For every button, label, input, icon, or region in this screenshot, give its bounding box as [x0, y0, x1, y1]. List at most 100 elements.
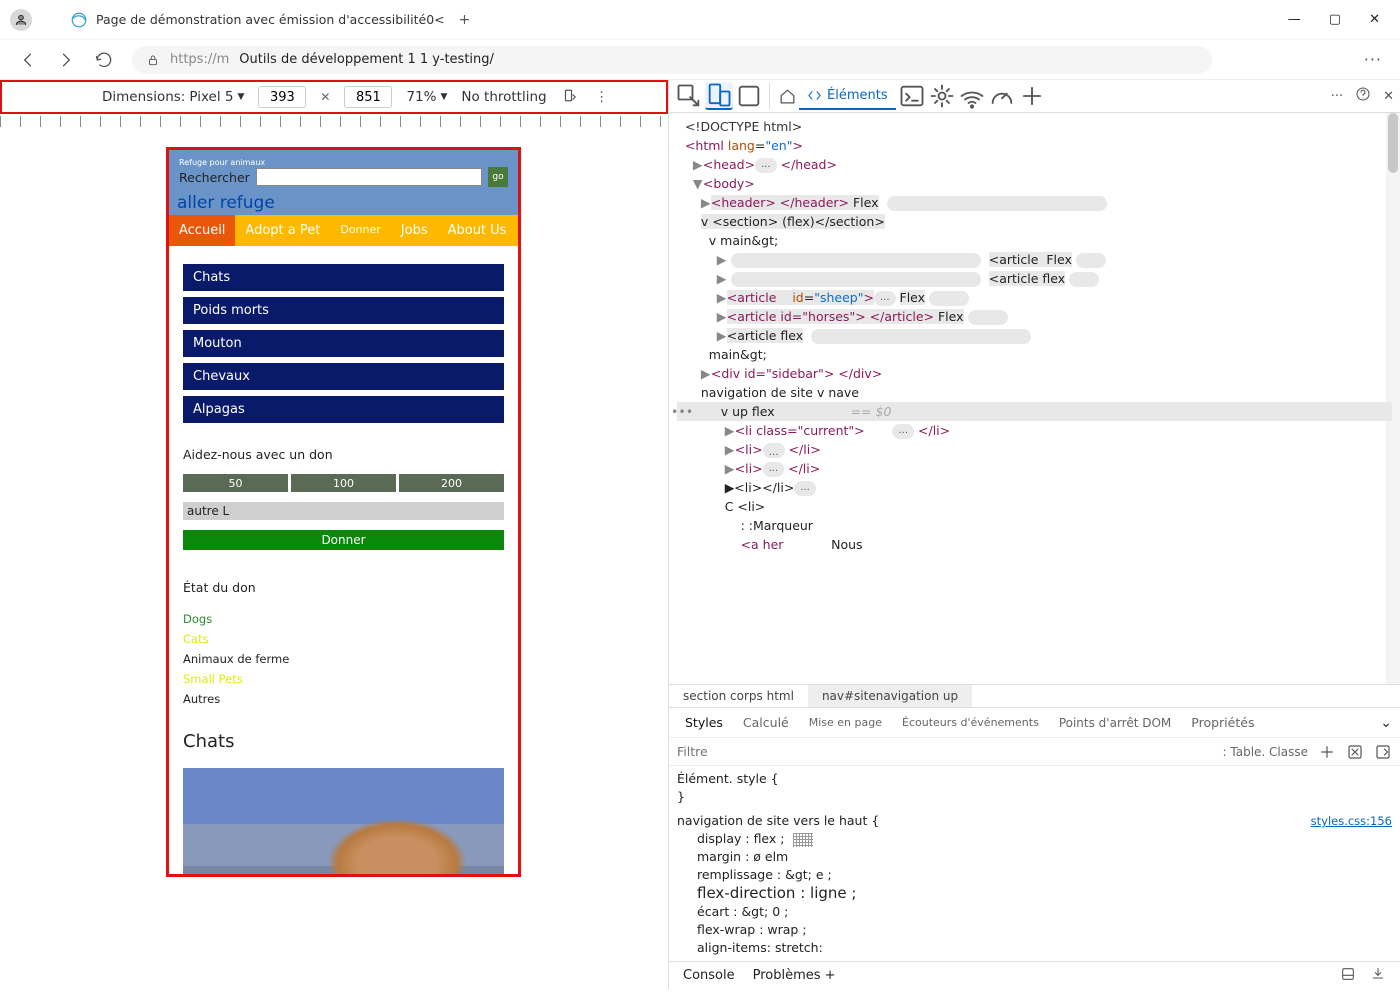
styles-sub-tabs: Styles Calculé Mise en page Écouteurs d'…	[669, 708, 1400, 738]
list-item[interactable]: Poids morts	[183, 297, 504, 324]
css-property[interactable]: flex-wrap : wrap ;	[697, 921, 807, 939]
donate-other-input[interactable]: autre L	[183, 502, 504, 520]
toggle-classes-icon[interactable]	[1346, 743, 1364, 761]
styles-pane[interactable]: Élément. style { } navigation de site ve…	[669, 766, 1400, 961]
list-item[interactable]: Chats	[183, 264, 504, 291]
inspect-element-icon[interactable]	[675, 82, 703, 110]
cat-image	[183, 768, 504, 874]
tab-layout[interactable]: Mise en page	[801, 710, 890, 735]
devtools-tabs: Éléments ··· ✕	[669, 80, 1400, 113]
list-item[interactable]: Chevaux	[183, 363, 504, 390]
maximize-button[interactable]: ▢	[1329, 12, 1341, 27]
new-tab-icon[interactable]: +	[459, 12, 471, 28]
css-property[interactable]: align-items: stretch:	[697, 939, 823, 957]
browser-tab[interactable]: Page de démonstration avec émission d'ac…	[62, 5, 484, 35]
device-selector[interactable]: Dimensions: Pixel 5 ▼	[102, 89, 244, 105]
chats-heading: Chats	[183, 731, 504, 752]
donate-amount-button[interactable]: 50	[183, 474, 288, 492]
list-item[interactable]: Mouton	[183, 330, 504, 357]
drawer-icon[interactable]	[1340, 966, 1356, 986]
donate-amount-button[interactable]: 200	[399, 474, 504, 492]
nav-item-about[interactable]: About Us	[438, 215, 517, 246]
css-property[interactable]: flex-direction : ligne ;	[697, 884, 856, 902]
status-item: Autres	[183, 689, 504, 709]
rotate-icon[interactable]	[561, 88, 579, 106]
scrollbar[interactable]	[1386, 113, 1400, 684]
width-input[interactable]	[258, 86, 306, 108]
lock-icon	[146, 53, 160, 67]
css-property[interactable]: margin : ø elm	[697, 848, 788, 866]
zoom-selector[interactable]: 71% ▼	[406, 89, 447, 105]
profile-avatar[interactable]	[10, 9, 32, 31]
throttling-selector[interactable]: No throttling	[461, 89, 546, 105]
drawer-problems-tab[interactable]: Problèmes +	[753, 968, 836, 983]
url-text: Outils de développement 1 1 y-testing/	[239, 52, 494, 67]
rule-selector: navigation de site vers le haut {	[677, 812, 879, 830]
sources-tab-icon[interactable]	[928, 82, 956, 110]
dimension-separator: ✕	[320, 90, 330, 104]
rule-selector: Élément. style {	[677, 770, 1392, 788]
close-button[interactable]: ✕	[1369, 12, 1380, 27]
tab-computed[interactable]: Calculé	[735, 709, 797, 736]
help-icon[interactable]	[1355, 86, 1371, 106]
nav-item-home[interactable]: Accueil	[169, 215, 235, 246]
search-go-button[interactable]: go	[488, 167, 508, 187]
elements-tab[interactable]: Éléments	[799, 82, 896, 110]
device-viewport: Refuge pour animaux Rechercher go aller …	[0, 127, 668, 1000]
dom-tree[interactable]: <!DOCTYPE html> <html lang="en"> ▶<head>…	[669, 113, 1400, 684]
flex-editor-icon[interactable]	[793, 833, 813, 847]
breadcrumb[interactable]: section corps html nav#sitenavigation up	[669, 684, 1400, 708]
computed-styles-icon[interactable]	[1374, 743, 1392, 761]
donate-submit-button[interactable]: Donner	[183, 530, 504, 550]
url-field[interactable]: https://m Outils de développement 1 1 y-…	[132, 46, 1212, 74]
back-button[interactable]	[18, 50, 38, 70]
search-input[interactable]	[256, 168, 482, 186]
welcome-tab-icon[interactable]	[769, 82, 797, 110]
drawer-download-icon[interactable]	[1370, 966, 1386, 986]
source-link[interactable]: styles.css:156	[1311, 812, 1392, 830]
browser-menu-button[interactable]: ···	[1364, 50, 1382, 69]
chevron-down-icon[interactable]: ⌄	[1380, 715, 1392, 731]
drawer-console-tab[interactable]: Console	[683, 968, 735, 983]
rule-close: }	[677, 788, 1392, 806]
tab-properties[interactable]: Propriétés	[1183, 709, 1262, 736]
nav-item-donate[interactable]: Donner	[330, 215, 390, 246]
devtools-panel: Éléments ··· ✕ <!DOCTYPE html> <html lan…	[668, 80, 1400, 989]
address-bar: https://m Outils de développement 1 1 y-…	[0, 40, 1400, 80]
styles-filter-input[interactable]	[677, 744, 1213, 759]
tab-title: Page de démonstration avec émission d'ac…	[96, 12, 445, 27]
donate-amount-button[interactable]: 100	[291, 474, 396, 492]
reload-button[interactable]	[94, 50, 114, 70]
search-label: Rechercher	[179, 170, 250, 185]
new-style-rule-icon[interactable]	[1318, 743, 1336, 761]
nav-item-jobs[interactable]: Jobs	[391, 215, 438, 246]
css-property[interactable]: remplissage : &gt; e ;	[697, 866, 832, 884]
crumb-item[interactable]: section corps html	[669, 685, 808, 707]
device-emulation-icon[interactable]	[705, 82, 733, 110]
close-devtools-icon[interactable]: ✕	[1383, 89, 1394, 104]
height-input[interactable]	[344, 86, 392, 108]
tab-listeners[interactable]: Écouteurs d'événements	[894, 710, 1047, 735]
forward-button[interactable]	[56, 50, 76, 70]
list-item[interactable]: Alpagas	[183, 396, 504, 423]
site-brand: Refuge pour animaux	[179, 158, 508, 167]
css-property[interactable]: display : flex ;	[697, 830, 785, 848]
tab-dom-breakpoints[interactable]: Points d'arrêt DOM	[1051, 710, 1179, 736]
status-heading: État du don	[183, 580, 504, 595]
css-property[interactable]: écart : &gt; 0 ;	[697, 903, 788, 921]
tab-icon[interactable]	[735, 82, 763, 110]
status-item: Dogs	[183, 609, 504, 629]
add-tab-icon[interactable]	[1018, 82, 1046, 110]
console-tab-icon[interactable]	[898, 82, 926, 110]
device-toolbar-menu[interactable]: ⋮	[593, 88, 611, 106]
url-text-prefix: https://m	[170, 52, 229, 67]
status-item: Small Pets	[183, 669, 504, 689]
minimize-button[interactable]: —	[1288, 12, 1301, 27]
tab-styles[interactable]: Styles	[677, 709, 731, 736]
crumb-item[interactable]: nav#sitenavigation up	[808, 685, 972, 707]
network-tab-icon[interactable]	[958, 82, 986, 110]
devtools-menu-icon[interactable]: ···	[1331, 89, 1343, 104]
nav-item-adopt[interactable]: Adopt a Pet	[235, 215, 330, 246]
page-body: Chats Poids morts Mouton Chevaux Alpagas…	[169, 246, 518, 874]
performance-tab-icon[interactable]	[988, 82, 1016, 110]
